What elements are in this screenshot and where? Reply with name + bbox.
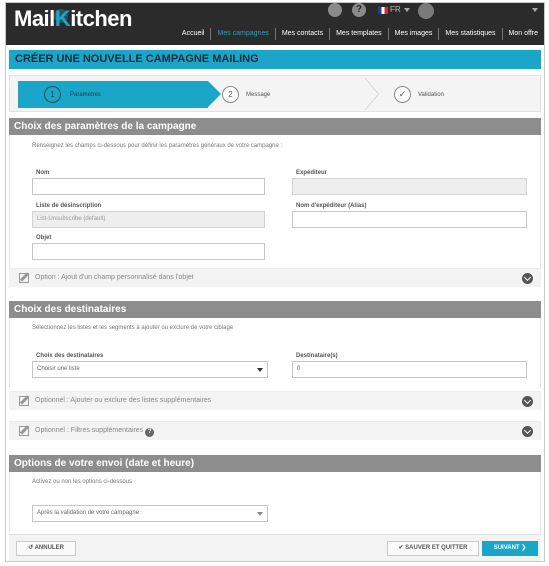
expediteur-input[interactable] bbox=[292, 178, 527, 195]
destinataires-count-input[interactable]: 0 bbox=[292, 361, 527, 378]
option-extra-lists-toggle[interactable]: Optionnel : Ajouter ou exclure des liste… bbox=[9, 391, 541, 410]
nom-label: Nom bbox=[36, 170, 50, 176]
cancel-button[interactable]: ↺ ANNULER bbox=[16, 541, 76, 556]
section-heading-envoi: Options de votre envoi (date et heure) bbox=[9, 455, 541, 472]
wizard-stepper: 1 Paramètres 2 Message ✓ Validation bbox=[9, 75, 541, 112]
choix-destinataires-label: Choix des destinataires bbox=[36, 353, 104, 359]
section-destinataires: Sélectionnez les listes et les segments … bbox=[9, 318, 541, 388]
nav-item-mes-statistiques[interactable]: Mes statistiques bbox=[438, 28, 501, 40]
objet-label: Objet bbox=[36, 235, 52, 241]
expediteur-label: Expéditeur bbox=[296, 170, 328, 176]
select-value: Après la validation de votre campagne bbox=[37, 510, 140, 516]
desinscription-input[interactable]: List-Unsubscribe (default) bbox=[32, 211, 265, 228]
chevron-down-icon[interactable] bbox=[522, 426, 533, 437]
step-separator bbox=[362, 78, 384, 111]
chevron-down-icon[interactable] bbox=[404, 8, 410, 12]
save-and-quit-button[interactable]: ✔ SAUVER ET QUITTER bbox=[387, 541, 479, 556]
chevron-down-icon[interactable] bbox=[522, 273, 533, 284]
section-intro: Activez ou non les options ci-dessous bbox=[32, 479, 133, 485]
check-icon: ✓ bbox=[394, 86, 411, 103]
dropdown-arrow-icon bbox=[257, 512, 263, 516]
option-label: Optionnel : Ajouter ou exclure des liste… bbox=[35, 397, 212, 404]
select-value: Choisir une liste bbox=[37, 366, 80, 372]
objet-input[interactable] bbox=[32, 243, 265, 260]
step-parametres[interactable]: 1 Paramètres bbox=[18, 81, 221, 108]
alias-label: Nom d'expéditeur (Alias) bbox=[296, 203, 367, 209]
help-icon[interactable]: ? bbox=[352, 3, 366, 17]
app-window: MailKitchen ? FR Accueil Mes campagnes M… bbox=[5, 2, 545, 562]
help-icon[interactable]: ? bbox=[145, 428, 155, 437]
edit-icon bbox=[19, 273, 29, 283]
section-envoi: Activez ou non les options ci-dessous Ap… bbox=[9, 472, 541, 532]
chat-bubbles-icon[interactable] bbox=[328, 3, 342, 17]
nav-item-mes-contacts[interactable]: Mes contacts bbox=[274, 28, 329, 40]
nom-input[interactable] bbox=[32, 178, 265, 195]
page-title: CRÉER UNE NOUVELLE CAMPAGNE MAILING bbox=[9, 50, 541, 69]
edit-icon bbox=[19, 426, 29, 436]
nav-item-mes-images[interactable]: Mes images bbox=[387, 28, 439, 40]
account-menu-chevron-icon[interactable] bbox=[532, 8, 538, 12]
chevron-down-icon[interactable] bbox=[522, 396, 533, 407]
step-label: Validation bbox=[418, 92, 444, 98]
option-extra-filters-toggle[interactable]: Optionnel : Filtres supplémentaires? bbox=[9, 421, 541, 440]
section-intro: Renseignez les champs ci-dessous pour dé… bbox=[32, 143, 283, 149]
nav-item-mes-templates[interactable]: Mes templates bbox=[329, 28, 388, 40]
choix-destinataires-select[interactable]: Choisir une liste bbox=[32, 361, 268, 378]
footer-actions: ↺ ANNULER ✔ SAUVER ET QUITTER SUIVANT ❯ bbox=[9, 534, 541, 561]
mailkitchen-logo[interactable]: MailKitchen bbox=[14, 6, 132, 32]
top-bar: MailKitchen ? FR Accueil Mes campagnes M… bbox=[6, 3, 544, 45]
nav-item-accueil[interactable]: Accueil bbox=[176, 28, 211, 40]
step-label: Message bbox=[246, 92, 271, 98]
alias-input[interactable] bbox=[292, 211, 527, 228]
option-custom-field-toggle[interactable]: Option : Ajout d'un champ personnalisé d… bbox=[9, 268, 541, 287]
edit-icon bbox=[19, 396, 29, 406]
option-label: Optionnel : Filtres supplémentaires? bbox=[35, 427, 155, 437]
option-label: Option : Ajout d'un champ personnalisé d… bbox=[35, 274, 194, 281]
section-intro: Sélectionnez les listes et les segments … bbox=[32, 325, 234, 331]
user-avatar-icon[interactable] bbox=[418, 3, 434, 19]
destinataires-count-label: Destinataire(s) bbox=[296, 353, 338, 359]
step-number: 1 bbox=[44, 86, 61, 103]
next-button[interactable]: SUIVANT ❯ bbox=[482, 541, 538, 556]
step-number: 2 bbox=[222, 86, 239, 103]
step-label: Paramètres bbox=[70, 92, 102, 98]
nav-item-mes-campagnes[interactable]: Mes campagnes bbox=[210, 28, 274, 40]
french-flag-icon[interactable] bbox=[378, 7, 388, 14]
nav-item-mon-offre[interactable]: Mon offre bbox=[501, 28, 544, 40]
main-nav: Accueil Mes campagnes Mes contacts Mes t… bbox=[176, 27, 544, 41]
language-selector[interactable]: FR bbox=[390, 5, 401, 14]
section-parametres: Renseignez les champs ci-dessous pour dé… bbox=[9, 135, 541, 268]
section-heading-destinataires: Choix des destinataires bbox=[9, 301, 541, 318]
dropdown-arrow-icon bbox=[257, 368, 263, 372]
desinscription-label: Liste de désinscription bbox=[36, 203, 102, 209]
section-heading-parametres: Choix des paramètres de la campagne bbox=[9, 118, 541, 135]
envoi-timing-select[interactable]: Après la validation de votre campagne bbox=[32, 505, 268, 522]
